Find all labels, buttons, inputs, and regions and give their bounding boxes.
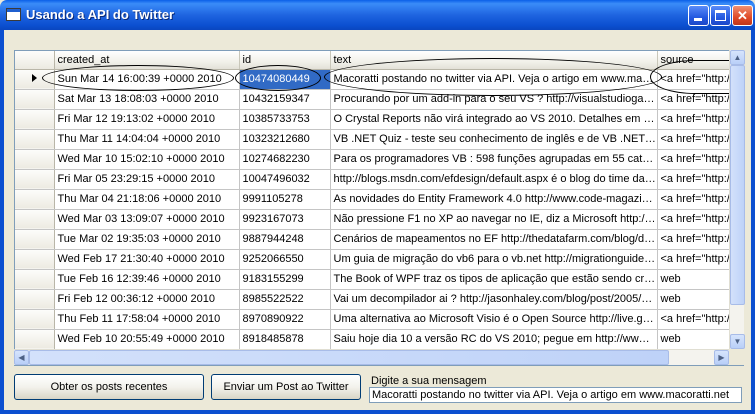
cell-id[interactable]: 10323212680	[239, 129, 331, 150]
row-header[interactable]	[15, 109, 55, 130]
minimize-icon	[694, 18, 702, 21]
cell-text[interactable]: VB .NET Quiz - teste seu conhecimento de…	[330, 129, 658, 150]
row-header[interactable]	[15, 89, 55, 110]
cell-created-at[interactable]: Wed Mar 03 13:09:07 +0000 2010	[54, 209, 240, 230]
cell-created-at[interactable]: Wed Mar 10 15:02:10 +0000 2010	[54, 149, 240, 170]
scroll-right-button[interactable]: ▶	[714, 350, 729, 365]
cell-text[interactable]: Um guia de migração do vb6 para o vb.net…	[330, 249, 658, 270]
current-row-arrow-icon	[31, 74, 37, 82]
cell-id[interactable]: 10385733753	[239, 109, 331, 130]
cell-text[interactable]: O Crystal Reports não virá integrado ao …	[330, 109, 658, 130]
cell-id[interactable]: 9991105278	[239, 189, 331, 210]
table-row[interactable]: Thu Mar 04 21:18:06 +0000 2010 9991105278…	[15, 189, 743, 210]
cell-id[interactable]: 10274682230	[239, 149, 331, 170]
arrow-up-icon: ▲	[733, 53, 742, 62]
row-header[interactable]	[15, 269, 55, 290]
cell-created-at[interactable]: Fri Feb 12 00:36:12 +0000 2010	[54, 289, 240, 310]
vertical-scroll-thumb[interactable]	[730, 65, 745, 305]
cell-id[interactable]: 8970890922	[239, 309, 331, 330]
cell-id[interactable]: 9183155299	[239, 269, 331, 290]
cell-text[interactable]: Para os programadores VB : 598 funções a…	[330, 149, 658, 170]
posts-data-grid[interactable]: created_at id text source Sun Mar 14 16:…	[14, 50, 744, 366]
cell-created-at[interactable]: Tue Mar 02 19:35:03 +0000 2010	[54, 229, 240, 250]
get-recent-posts-button[interactable]: Obter os posts recentes	[14, 374, 204, 400]
maximize-button[interactable]	[710, 5, 731, 26]
cell-created-at[interactable]: Wed Feb 17 21:30:40 +0000 2010	[54, 249, 240, 270]
scroll-left-button[interactable]: ◀	[14, 350, 29, 365]
table-row[interactable]: Wed Mar 10 15:02:10 +0000 2010 1027468223…	[15, 149, 743, 170]
row-header[interactable]	[15, 169, 55, 190]
row-header[interactable]	[15, 309, 55, 330]
table-row[interactable]: Tue Feb 16 12:39:46 +0000 2010 9183155299…	[15, 269, 743, 290]
table-row[interactable]: Wed Feb 17 21:30:40 +0000 2010 9252066550…	[15, 249, 743, 270]
cell-id[interactable]: 9252066550	[239, 249, 331, 270]
table-row[interactable]: Tue Mar 02 19:35:03 +0000 2010 9887944248…	[15, 229, 743, 250]
cell-created-at[interactable]: Fri Mar 12 19:13:02 +0000 2010	[54, 109, 240, 130]
highlight-ellipse-source	[650, 60, 740, 94]
vertical-scrollbar[interactable]: ▲ ▼	[729, 50, 745, 349]
table-row[interactable]: Wed Feb 10 20:55:49 +0000 2010 8918485878…	[15, 329, 743, 350]
message-label: Digite a sua mensagem	[371, 375, 487, 387]
highlight-ellipse-id	[235, 65, 321, 91]
horizontal-scroll-thumb[interactable]	[29, 350, 669, 365]
table-row[interactable]: Wed Mar 03 13:09:07 +0000 2010 9923167073…	[15, 209, 743, 230]
row-header[interactable]	[15, 329, 55, 350]
row-header[interactable]	[15, 249, 55, 270]
cell-created-at[interactable]: Sat Mar 13 18:08:03 +0000 2010	[54, 89, 240, 110]
cell-created-at[interactable]: Thu Feb 11 17:58:04 +0000 2010	[54, 309, 240, 330]
arrow-right-icon: ▶	[718, 353, 725, 362]
highlight-ellipse-text	[324, 58, 662, 96]
table-row[interactable]: Fri Feb 12 00:36:12 +0000 2010 8985522522…	[15, 289, 743, 310]
cell-id[interactable]: 8918485878	[239, 329, 331, 350]
cell-text[interactable]: Vai um decompilador ai ? http://jasonhal…	[330, 289, 658, 310]
cell-created-at[interactable]: Wed Feb 10 20:55:49 +0000 2010	[54, 329, 240, 350]
scrollbar-corner	[729, 349, 744, 365]
row-header[interactable]	[15, 209, 55, 230]
window-title: Usando a API do Twitter	[26, 7, 175, 22]
message-input[interactable]	[369, 387, 742, 403]
row-header[interactable]	[15, 129, 55, 150]
cell-id[interactable]: 10432159347	[239, 89, 331, 110]
app-window-icon	[6, 8, 21, 21]
table-row[interactable]: Fri Mar 05 23:29:15 +0000 2010 1004749603…	[15, 169, 743, 190]
cell-created-at[interactable]: Tue Feb 16 12:39:46 +0000 2010	[54, 269, 240, 290]
maximize-icon	[715, 10, 726, 21]
posts-table: created_at id text source Sun Mar 14 16:…	[15, 51, 743, 350]
row-header[interactable]	[15, 189, 55, 210]
cell-text[interactable]: Saiu hoje dia 10 a versão RC do VS 2010;…	[330, 329, 658, 350]
row-header[interactable]	[15, 289, 55, 310]
cell-id[interactable]: 10047496032	[239, 169, 331, 190]
cell-text[interactable]: Não pressione F1 no XP ao navegar no IE,…	[330, 209, 658, 230]
send-post-button[interactable]: Enviar um Post ao Twitter	[211, 374, 361, 400]
title-bar[interactable]: Usando a API do Twitter ✕	[0, 0, 755, 30]
cell-text[interactable]: As novidades do Entity Framework 4.0 htt…	[330, 189, 658, 210]
arrow-down-icon: ▼	[733, 337, 742, 346]
cell-id[interactable]: 9923167073	[239, 209, 331, 230]
cell-id[interactable]: 9887944248	[239, 229, 331, 250]
table-row[interactable]: Thu Mar 11 14:04:04 +0000 2010 1032321268…	[15, 129, 743, 150]
row-header[interactable]	[15, 149, 55, 170]
scroll-down-button[interactable]: ▼	[730, 334, 745, 349]
table-row[interactable]: Thu Feb 11 17:58:04 +0000 2010 8970890922…	[15, 309, 743, 330]
table-row[interactable]: Sat Mar 13 18:08:03 +0000 2010 1043215934…	[15, 89, 743, 110]
row-header[interactable]	[15, 229, 55, 250]
cell-text[interactable]: Cenários de mapeamentos no EF http://the…	[330, 229, 658, 250]
cell-text[interactable]: Uma alternativa ao Microsoft Visio é o O…	[330, 309, 658, 330]
close-button[interactable]: ✕	[732, 5, 753, 26]
cell-id[interactable]: 8985522522	[239, 289, 331, 310]
cell-created-at[interactable]: Fri Mar 05 23:29:15 +0000 2010	[54, 169, 240, 190]
close-icon: ✕	[737, 8, 748, 23]
cell-text[interactable]: The Book of WPF traz os tipos de aplicaç…	[330, 269, 658, 290]
cell-created-at[interactable]: Thu Mar 11 14:04:04 +0000 2010	[54, 129, 240, 150]
arrow-left-icon: ◀	[18, 353, 25, 362]
table-row[interactable]: Fri Mar 12 19:13:02 +0000 2010 1038573375…	[15, 109, 743, 130]
scroll-up-button[interactable]: ▲	[730, 50, 745, 65]
cell-created-at[interactable]: Thu Mar 04 21:18:06 +0000 2010	[54, 189, 240, 210]
minimize-button[interactable]	[688, 5, 709, 26]
highlight-ellipse-created-at	[42, 65, 234, 91]
cell-text[interactable]: http://blogs.msdn.com/efdesign/default.a…	[330, 169, 658, 190]
horizontal-scrollbar[interactable]: ◀ ▶	[14, 349, 729, 365]
grid-body: Sun Mar 14 16:00:39 +0000 2010 1047408044…	[15, 69, 743, 350]
row-header-corner[interactable]	[15, 51, 55, 70]
